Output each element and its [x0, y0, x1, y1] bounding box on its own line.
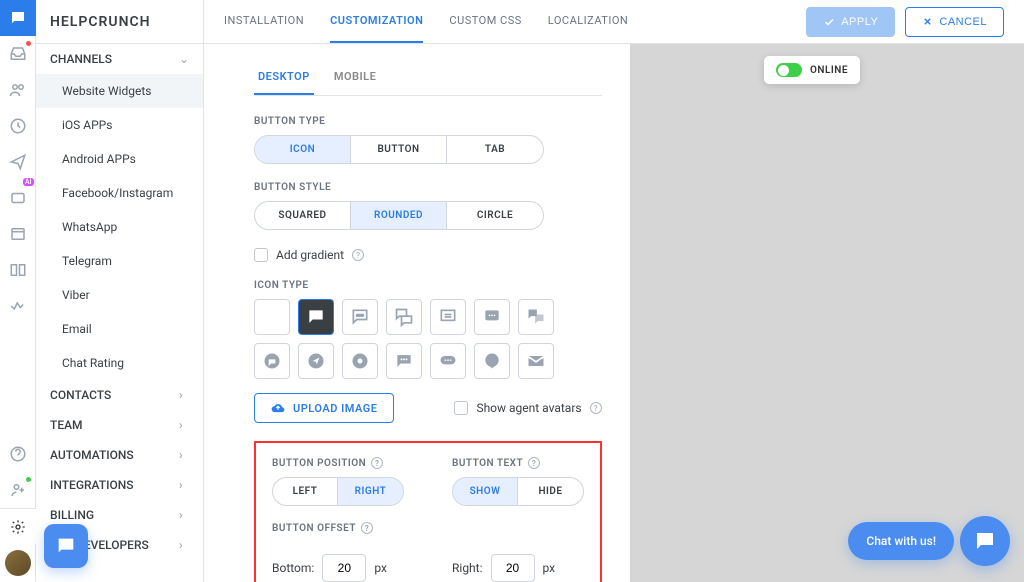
btn-style-rounded[interactable]: ROUNDED	[351, 202, 447, 229]
sidebar-item-viber[interactable]: Viber	[36, 278, 203, 312]
rail-chat[interactable]	[0, 0, 36, 36]
button-text-label: BUTTON TEXT	[452, 458, 523, 469]
btn-type-icon[interactable]: ICON	[255, 136, 351, 163]
icon-tile-mail[interactable]	[518, 343, 554, 379]
icon-tile-bubble-dots[interactable]	[386, 343, 422, 379]
sidebar-team[interactable]: TEAM›	[36, 410, 203, 440]
preview-pane: ONLINE Chat with us!	[630, 44, 1024, 582]
highlight-box: BUTTON POSITION? LEFT RIGHT BUTTON TEXT?…	[254, 441, 602, 582]
add-gradient-label: Add gradient	[276, 248, 344, 262]
brand-title: HELPCRUNCH	[36, 0, 203, 44]
sidebar-item-whatsapp[interactable]: WhatsApp	[36, 210, 203, 244]
icon-type-label: ICON TYPE	[254, 280, 602, 291]
sidebar-item-widgets[interactable]: Website Widgets	[36, 74, 203, 108]
icon-tile-round-chat[interactable]	[254, 343, 290, 379]
icon-tile-chat-double[interactable]	[386, 299, 422, 335]
btn-type-tab[interactable]: TAB	[447, 136, 543, 163]
icon-tile-chat-pair[interactable]	[518, 299, 554, 335]
tab-customization[interactable]: CUSTOMIZATION	[330, 0, 423, 43]
cancel-button[interactable]: CANCEL	[905, 7, 1004, 37]
show-avatars-checkbox[interactable]	[454, 401, 468, 415]
rail-reports[interactable]	[0, 288, 36, 324]
sidebar-item-fb[interactable]: Facebook/Instagram	[36, 176, 203, 210]
sidebar-item-telegram[interactable]: Telegram	[36, 244, 203, 278]
help-icon[interactable]: ?	[528, 457, 540, 469]
sidebar-integrations[interactable]: INTEGRATIONS›	[36, 470, 203, 500]
chevron-right-icon: ›	[179, 538, 189, 552]
online-switch[interactable]	[776, 63, 802, 77]
sidebar-channels[interactable]: CHANNELS⌄	[36, 44, 203, 74]
rail-ai[interactable]: AI	[0, 180, 36, 216]
sidebar-item-rating[interactable]: Chat Rating	[36, 346, 203, 380]
text-show[interactable]: SHOW	[453, 478, 518, 505]
button-type-label: BUTTON TYPE	[254, 116, 602, 127]
apply-button[interactable]: APPLY	[806, 7, 895, 37]
fab-chat[interactable]	[44, 524, 88, 568]
rail-knowledge[interactable]	[0, 252, 36, 288]
help-icon[interactable]: ?	[361, 522, 373, 534]
offset-bottom-label: Bottom:	[272, 561, 314, 575]
subtab-desktop[interactable]: DESKTOP	[254, 60, 314, 95]
offset-right-input[interactable]	[491, 554, 535, 582]
help-icon[interactable]: ?	[590, 402, 602, 414]
button-style-label: BUTTON STYLE	[254, 182, 602, 193]
btn-style-squared[interactable]: SQUARED	[255, 202, 351, 229]
offset-bottom-input[interactable]	[322, 554, 366, 582]
chevron-right-icon: ›	[179, 418, 189, 432]
rail-contacts[interactable]	[0, 72, 36, 108]
help-icon[interactable]: ?	[352, 249, 364, 261]
icon-tile-chat-sq[interactable]	[474, 299, 510, 335]
text-hide[interactable]: HIDE	[518, 478, 583, 505]
icon-tile-blank[interactable]	[254, 299, 290, 335]
show-avatars-label: Show agent avatars	[476, 401, 581, 415]
icon-tile-chat-dots[interactable]	[342, 299, 378, 335]
sidebar-item-ios[interactable]: iOS APPs	[36, 108, 203, 142]
sidebar-item-email[interactable]: Email	[36, 312, 203, 346]
sidebar-automations[interactable]: AUTOMATIONS›	[36, 440, 203, 470]
online-pill[interactable]: ONLINE	[764, 56, 860, 84]
chevron-right-icon: ›	[179, 478, 189, 492]
rail-history[interactable]	[0, 108, 36, 144]
btn-type-button[interactable]: BUTTON	[351, 136, 447, 163]
icon-tile-bubble-wide[interactable]	[430, 343, 466, 379]
rail-help[interactable]	[0, 436, 36, 472]
tab-installation[interactable]: INSTALLATION	[224, 0, 304, 43]
icon-tile-chat-fill[interactable]	[298, 299, 334, 335]
rail-send[interactable]	[0, 144, 36, 180]
button-offset-label: BUTTON OFFSET	[272, 523, 356, 534]
chat-launcher-button[interactable]	[960, 516, 1010, 566]
icon-tile-send-circle[interactable]	[298, 343, 334, 379]
subtab-mobile[interactable]: MOBILE	[330, 60, 381, 95]
pos-right[interactable]: RIGHT	[338, 478, 403, 505]
rail-inbox[interactable]	[0, 36, 36, 72]
chevron-right-icon: ›	[179, 448, 189, 462]
sidebar-item-android[interactable]: Android APPs	[36, 142, 203, 176]
icon-tile-chat-lines[interactable]	[430, 299, 466, 335]
add-gradient-checkbox[interactable]	[254, 248, 268, 262]
rail-window[interactable]	[0, 216, 36, 252]
rail-user-add[interactable]	[0, 472, 36, 508]
unit-px: px	[374, 561, 387, 575]
chevron-down-icon: ⌄	[179, 52, 189, 66]
button-position-label: BUTTON POSITION	[272, 458, 366, 469]
sidebar-contacts[interactable]: CONTACTS›	[36, 380, 203, 410]
offset-right-label: Right:	[452, 561, 483, 575]
help-icon[interactable]: ?	[371, 457, 383, 469]
icon-tile-bubble-solid[interactable]	[474, 343, 510, 379]
pos-left[interactable]: LEFT	[273, 478, 338, 505]
upload-image-button[interactable]: UPLOAD IMAGE	[254, 393, 394, 423]
tab-custom-css[interactable]: CUSTOM CSS	[449, 0, 521, 43]
tab-localization[interactable]: LOCALIZATION	[548, 0, 629, 43]
unit-px: px	[543, 561, 556, 575]
avatar[interactable]	[5, 550, 31, 576]
chevron-right-icon: ›	[179, 388, 189, 402]
icon-tile-headset[interactable]	[342, 343, 378, 379]
chat-with-us-pill[interactable]: Chat with us!	[848, 522, 954, 560]
btn-style-circle[interactable]: CIRCLE	[447, 202, 543, 229]
rail-settings[interactable]	[0, 508, 36, 544]
chevron-right-icon: ›	[179, 508, 189, 522]
